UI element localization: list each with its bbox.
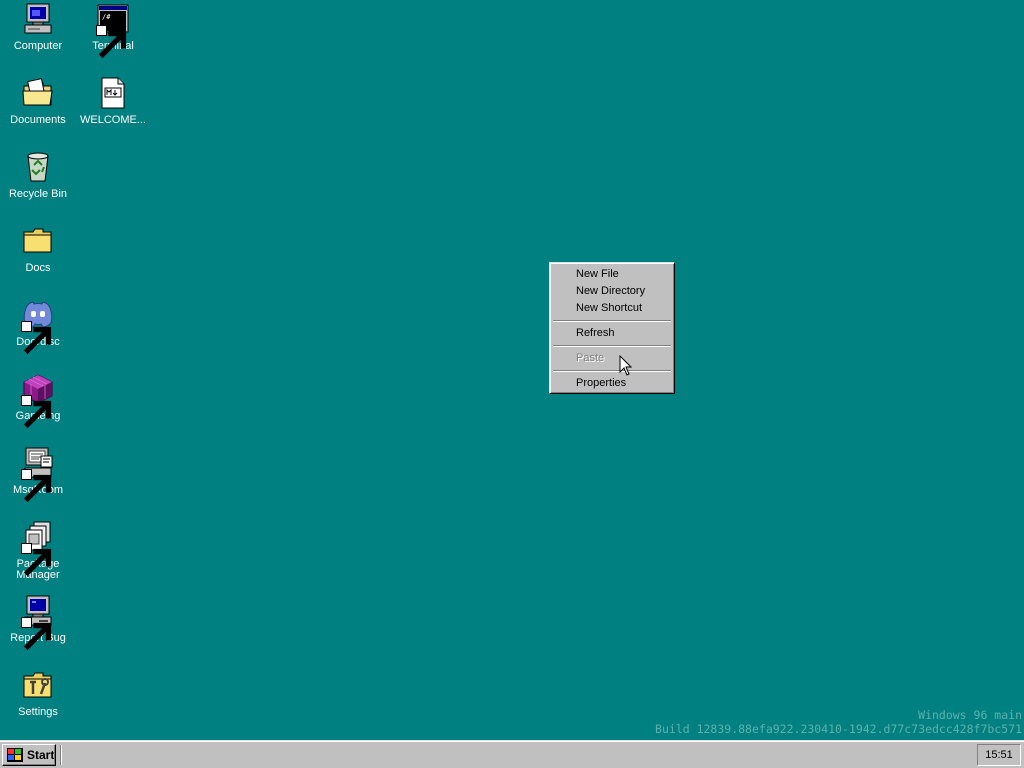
mouse-pointer-icon [619,354,633,377]
computer-icon [21,2,55,36]
desktop-icon-label: Settings [18,706,58,718]
desktop-icon-label: WELCOME... [79,114,146,126]
desktop[interactable]: Computer Documents Recycle Bin Docs Door… [0,0,1024,740]
menu-separator [552,367,672,375]
svg-text:/#: /# [102,13,111,21]
menu-item-new-shortcut[interactable]: New Shortcut [552,300,672,317]
discord-icon [21,298,55,355]
windows-logo-icon [7,748,23,762]
taskbar: Start 15:51 [0,740,1024,768]
desktop-icon-terminal[interactable]: /# Terminal [75,2,151,74]
build-watermark: Windows 96 main Build 12839.88efa922.230… [655,708,1022,736]
desktop-icon-doordisc[interactable]: Doordisc [0,298,76,370]
desktop-icon-package-manager[interactable]: Package Manager [0,520,76,592]
terminal-icon: /# [96,2,130,59]
clock[interactable]: 15:51 [985,749,1013,761]
desktop-icon-gameing[interactable]: Gameing [0,372,76,444]
menu-separator [552,342,672,350]
shortcut-arrow-icon [96,25,127,59]
desktop-context-menu: New File New Directory New Shortcut Refr… [549,262,675,394]
package-manager-icon [21,520,55,577]
shortcut-arrow-icon [21,321,52,355]
watermark-build: Build 12839.88efa922.230410-1942.d77c73e… [655,722,1022,736]
shortcut-arrow-icon [21,469,52,503]
menu-item-refresh[interactable]: Refresh [552,325,672,342]
report-bug-computer-icon [21,594,55,651]
desktop-icon-recycle-bin[interactable]: Recycle Bin [0,150,76,222]
menu-item-new-file[interactable]: New File [552,266,672,283]
watermark-edition: Windows 96 main [918,708,1022,722]
desktop-icon-label: Computer [13,40,63,52]
chat-computer-icon [21,446,55,503]
recycle-bin-icon [21,150,55,184]
menu-item-paste: Paste [576,352,605,364]
shortcut-arrow-icon [21,617,52,651]
menu-separator [552,317,672,325]
system-tray: 15:51 [977,744,1021,766]
shortcut-arrow-icon [21,395,52,429]
desktop-icon-settings[interactable]: Settings [0,668,76,740]
desktop-icon-report-bug[interactable]: Report Bug [0,594,76,666]
documents-folder-icon [21,76,55,110]
shortcut-arrow-icon [21,543,52,577]
start-button[interactable]: Start [2,744,56,766]
desktop-icon-label: Docs [25,262,51,274]
game-cube-icon [21,372,55,429]
folder-icon [21,224,55,258]
menu-item-new-directory[interactable]: New Directory [552,283,672,300]
desktop-icon-documents[interactable]: Documents [0,76,76,148]
menu-item-properties[interactable]: Properties [552,375,672,392]
start-label: Start [27,748,55,762]
desktop-icon-docs[interactable]: Docs [0,224,76,296]
settings-tools-icon [21,668,55,702]
desktop-icon-computer[interactable]: Computer [0,2,76,74]
taskbar-divider [60,745,62,765]
desktop-icon-label: Recycle Bin [8,188,68,200]
desktop-icon-welcome[interactable]: WELCOME... [75,76,151,148]
desktop-icon-msgroom[interactable]: MsgRoom [0,446,76,518]
markdown-file-icon [96,76,130,110]
desktop-icon-label: Documents [10,114,66,126]
